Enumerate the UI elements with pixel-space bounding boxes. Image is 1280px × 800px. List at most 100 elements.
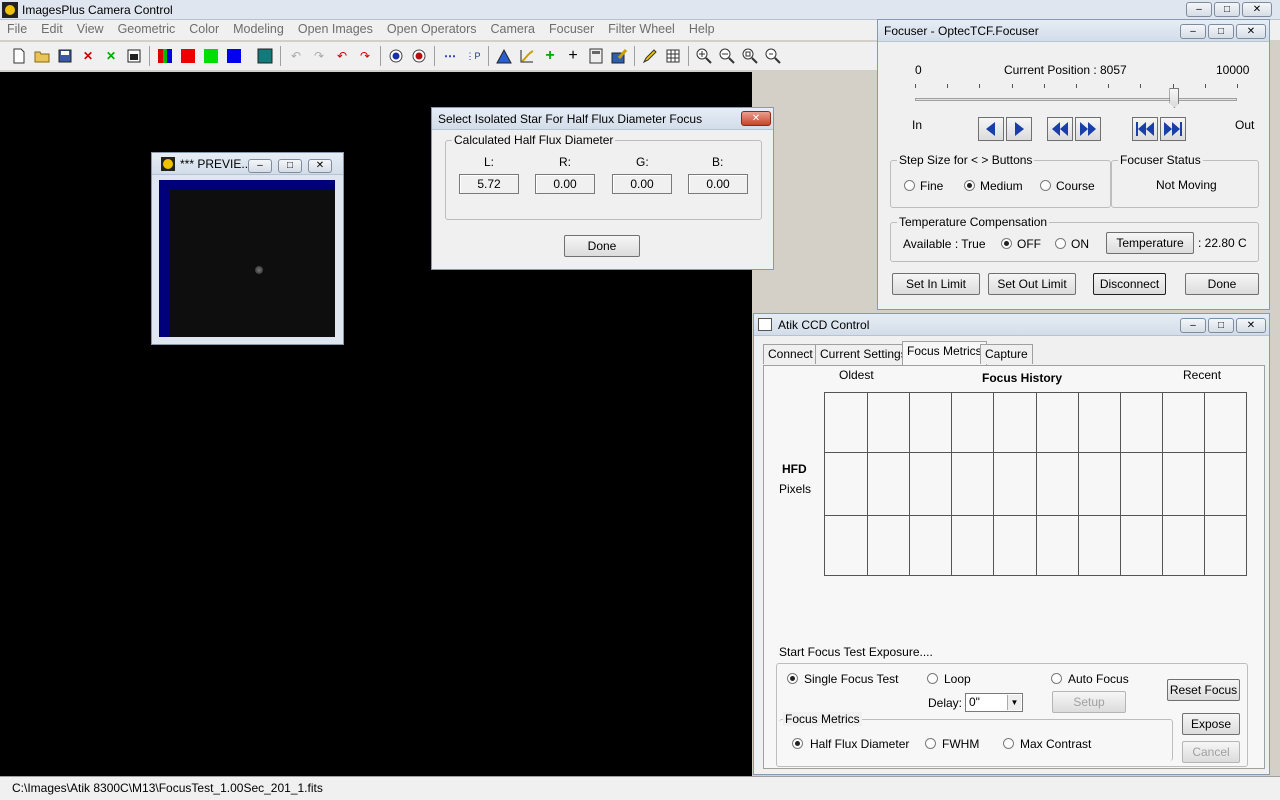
red-target-icon[interactable]: [410, 47, 428, 65]
reset-focus-button[interactable]: Reset Focus: [1167, 679, 1240, 701]
cancel-button[interactable]: Cancel: [1182, 741, 1240, 763]
tab-focus-metrics[interactable]: Focus Metrics: [902, 341, 987, 365]
calculator-icon[interactable]: [587, 47, 605, 65]
focuser-maximize-button[interactable]: □: [1208, 24, 1234, 39]
preview-close-button[interactable]: ✕: [308, 159, 332, 173]
blue-target-icon[interactable]: [387, 47, 405, 65]
menu-open-images[interactable]: Open Images: [291, 20, 380, 40]
focuser-position-slider[interactable]: [915, 84, 1238, 110]
delete-green-icon[interactable]: ✕: [102, 47, 120, 65]
minimize-button[interactable]: –: [1186, 2, 1212, 17]
save-icon[interactable]: [56, 47, 74, 65]
menu-open-operators[interactable]: Open Operators: [380, 20, 484, 40]
grid-column-line: [909, 393, 910, 575]
temp-off-radio[interactable]: [1001, 238, 1012, 249]
hfd-axis-unit: Pixels: [779, 482, 812, 496]
zoom-out-icon[interactable]: [718, 47, 736, 65]
set-in-limit-button[interactable]: Set In Limit: [892, 273, 980, 295]
atik-minimize-button[interactable]: –: [1180, 318, 1206, 333]
step-course-radio[interactable]: [1040, 180, 1051, 191]
blue-channel-icon[interactable]: [225, 47, 243, 65]
edit-image-icon[interactable]: [610, 47, 628, 65]
step-medium-radio[interactable]: [964, 180, 975, 191]
grid-image-icon[interactable]: [256, 47, 274, 65]
temp-on-radio[interactable]: [1055, 238, 1066, 249]
open-folder-icon[interactable]: [33, 47, 51, 65]
plot-points-icon[interactable]: ⋮P: [464, 47, 482, 65]
tab-capture[interactable]: Capture: [980, 344, 1033, 364]
undo-disabled-icon[interactable]: ↶: [287, 47, 305, 65]
grid-icon[interactable]: [664, 47, 682, 65]
max-contrast-radio[interactable]: [1003, 738, 1014, 749]
zoom-in-icon[interactable]: [695, 47, 713, 65]
step-fine-radio[interactable]: [904, 180, 915, 191]
hfd-close-button[interactable]: ✕: [741, 111, 771, 126]
curve-icon[interactable]: [518, 47, 536, 65]
window-icon[interactable]: [125, 47, 143, 65]
move-to-out-limit-button[interactable]: [1160, 117, 1186, 141]
grid-column-line: [1078, 393, 1079, 575]
disconnect-button[interactable]: Disconnect: [1093, 273, 1166, 295]
menu-filter-wheel[interactable]: Filter Wheel: [601, 20, 682, 40]
dots-icon[interactable]: ⋯: [441, 47, 459, 65]
temperature-button[interactable]: Temperature: [1106, 232, 1194, 254]
focuser-slider-thumb[interactable]: [1169, 88, 1180, 108]
preview-maximize-button[interactable]: □: [278, 159, 302, 173]
step-in-button[interactable]: [978, 117, 1004, 141]
preview-minimize-button[interactable]: –: [248, 159, 272, 173]
maximize-button[interactable]: □: [1214, 2, 1240, 17]
tab-current-settings[interactable]: Current Settings: [815, 344, 912, 364]
menu-file[interactable]: File: [0, 20, 34, 40]
loop-radio[interactable]: [927, 673, 938, 684]
redo-disabled-icon[interactable]: ↷: [310, 47, 328, 65]
focuser-window: Focuser - OptecTCF.Focuser – □ ✕ 0 Curre…: [877, 19, 1270, 310]
fast-out-button[interactable]: [1075, 117, 1101, 141]
preview-frame: [159, 180, 335, 337]
chevron-down-icon[interactable]: ▼: [1007, 695, 1021, 710]
set-out-limit-button[interactable]: Set Out Limit: [988, 273, 1076, 295]
rgb-channel-icon[interactable]: [156, 47, 174, 65]
menu-color[interactable]: Color: [182, 20, 226, 40]
expose-button[interactable]: Expose: [1182, 713, 1240, 735]
close-button[interactable]: ✕: [1242, 2, 1272, 17]
slider-tick: [979, 84, 981, 88]
histogram-icon[interactable]: [495, 47, 513, 65]
move-to-in-limit-button[interactable]: [1132, 117, 1158, 141]
new-file-icon[interactable]: [10, 47, 28, 65]
preview-image[interactable]: [169, 190, 335, 337]
atik-close-button[interactable]: ✕: [1236, 318, 1266, 333]
undo-icon[interactable]: ↶: [333, 47, 351, 65]
setup-button[interactable]: Setup: [1052, 691, 1126, 713]
green-channel-icon[interactable]: [202, 47, 220, 65]
pencil-icon[interactable]: [641, 47, 659, 65]
menu-view[interactable]: View: [70, 20, 111, 40]
delay-select[interactable]: 0" ▼: [965, 693, 1023, 712]
delete-red-icon[interactable]: ✕: [79, 47, 97, 65]
single-focus-radio[interactable]: [787, 673, 798, 684]
hfd-done-button[interactable]: Done: [564, 235, 640, 257]
menu-focuser[interactable]: Focuser: [542, 20, 601, 40]
redo-icon[interactable]: ↷: [356, 47, 374, 65]
atik-maximize-button[interactable]: □: [1208, 318, 1234, 333]
half-flux-radio[interactable]: [792, 738, 803, 749]
fast-in-button[interactable]: [1047, 117, 1073, 141]
red-channel-icon[interactable]: [179, 47, 197, 65]
crosshair-icon[interactable]: +: [564, 47, 582, 65]
max-contrast-label: Max Contrast: [1020, 737, 1092, 751]
focuser-close-button[interactable]: ✕: [1236, 24, 1266, 39]
zoom-fit-icon[interactable]: [741, 47, 759, 65]
menu-camera[interactable]: Camera: [484, 20, 542, 40]
auto-focus-radio[interactable]: [1051, 673, 1062, 684]
focuser-minimize-button[interactable]: –: [1180, 24, 1206, 39]
menu-edit[interactable]: Edit: [34, 20, 70, 40]
delay-value: 0": [969, 695, 980, 709]
menu-modeling[interactable]: Modeling: [226, 20, 291, 40]
menu-geometric[interactable]: Geometric: [111, 20, 183, 40]
tab-connect[interactable]: Connect: [763, 344, 818, 364]
add-green-icon[interactable]: +: [541, 47, 559, 65]
fwhm-radio[interactable]: [925, 738, 936, 749]
menu-help[interactable]: Help: [682, 20, 722, 40]
step-out-button[interactable]: [1006, 117, 1032, 141]
focuser-done-button[interactable]: Done: [1185, 273, 1259, 295]
zoom-actual-icon[interactable]: [764, 47, 782, 65]
